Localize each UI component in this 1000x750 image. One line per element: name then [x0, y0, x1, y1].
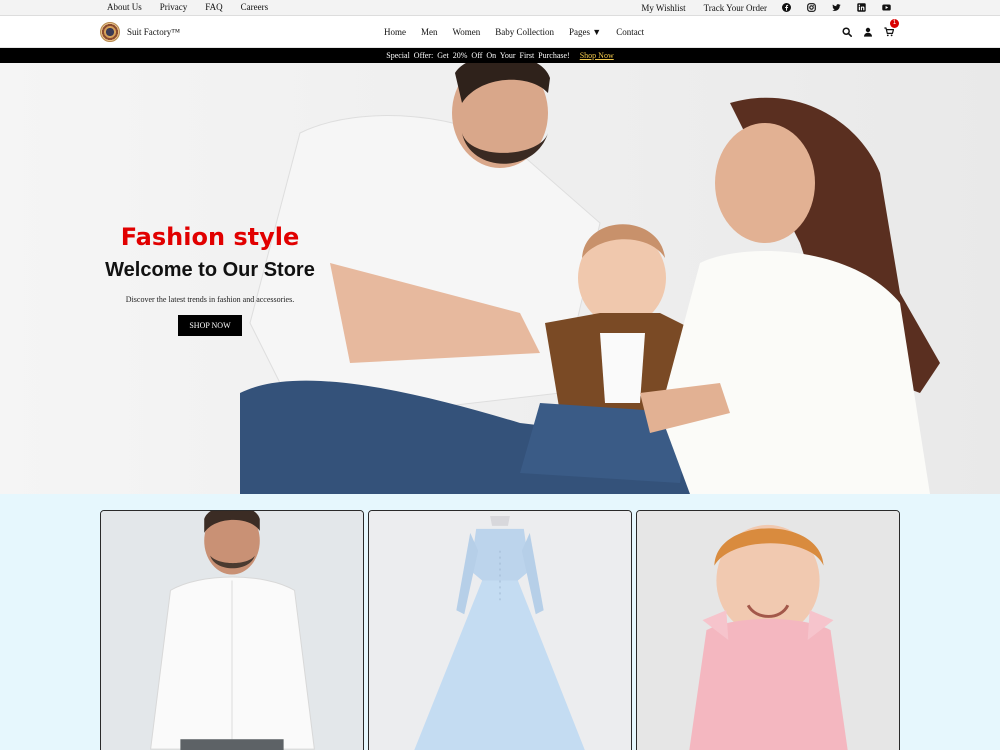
men-category-card[interactable] — [100, 510, 364, 750]
nav-pages-dropdown[interactable]: Pages ▼ — [569, 27, 601, 37]
top-utility-bar: About Us Privacy FAQ Careers My Wishlist… — [0, 0, 1000, 16]
youtube-icon[interactable] — [881, 2, 892, 13]
promo-text: Special Offer: Get 20% Off On Your First… — [386, 51, 570, 60]
nav-baby-collection[interactable]: Baby Collection — [495, 27, 554, 37]
cart-count-badge: 1 — [890, 19, 899, 28]
wishlist-link[interactable]: My Wishlist — [641, 3, 685, 13]
main-nav: Home Men Women Baby Collection Pages ▼ C… — [384, 27, 659, 37]
shop-now-button[interactable]: SHOP NOW — [178, 315, 242, 336]
utility-links: About Us Privacy FAQ Careers — [107, 2, 286, 12]
hero-kicker: Fashion style — [120, 223, 300, 251]
privacy-link[interactable]: Privacy — [160, 2, 188, 12]
cart-icon[interactable]: 1 — [883, 19, 899, 38]
search-icon[interactable] — [841, 26, 853, 38]
brand-name: Suit Factory™ — [127, 27, 181, 37]
promo-shop-now-link[interactable]: Shop Now — [580, 51, 614, 60]
faq-link[interactable]: FAQ — [205, 2, 222, 12]
baby-category-card[interactable] — [636, 510, 900, 750]
hero-banner: Fashion style Welcome to Our Store Disco… — [0, 63, 1000, 494]
main-header: Suit Factory™ Home Men Women Baby Collec… — [0, 16, 1000, 48]
twitter-icon[interactable] — [831, 2, 842, 13]
hero-title: Welcome to Our Store — [105, 259, 315, 281]
facebook-icon[interactable] — [781, 2, 792, 13]
logo-emblem-icon — [100, 22, 120, 42]
linkedin-icon[interactable] — [856, 2, 867, 13]
women-category-card[interactable] — [368, 510, 632, 750]
nav-men[interactable]: Men — [421, 27, 438, 37]
hero-copy: Fashion style Welcome to Our Store Disco… — [90, 223, 330, 336]
nav-contact[interactable]: Contact — [616, 27, 644, 37]
instagram-icon[interactable] — [806, 2, 817, 13]
user-icon[interactable] — [862, 26, 874, 38]
about-us-link[interactable]: About Us — [107, 2, 142, 12]
hero-subtitle: Discover the latest trends in fashion an… — [125, 295, 295, 304]
brand-logo[interactable]: Suit Factory™ — [100, 22, 180, 42]
promo-bar: Special Offer: Get 20% Off On Your First… — [0, 48, 1000, 63]
women-dress-image — [369, 511, 631, 750]
header-actions: 1 — [832, 19, 899, 38]
category-section — [0, 494, 1000, 750]
careers-link[interactable]: Careers — [241, 2, 268, 12]
nav-home[interactable]: Home — [384, 27, 406, 37]
track-order-link[interactable]: Track Your Order — [704, 3, 767, 13]
men-model-image — [101, 511, 363, 750]
utility-right: My Wishlist Track Your Order — [623, 2, 892, 13]
nav-women[interactable]: Women — [453, 27, 481, 37]
baby-model-image — [637, 511, 899, 750]
